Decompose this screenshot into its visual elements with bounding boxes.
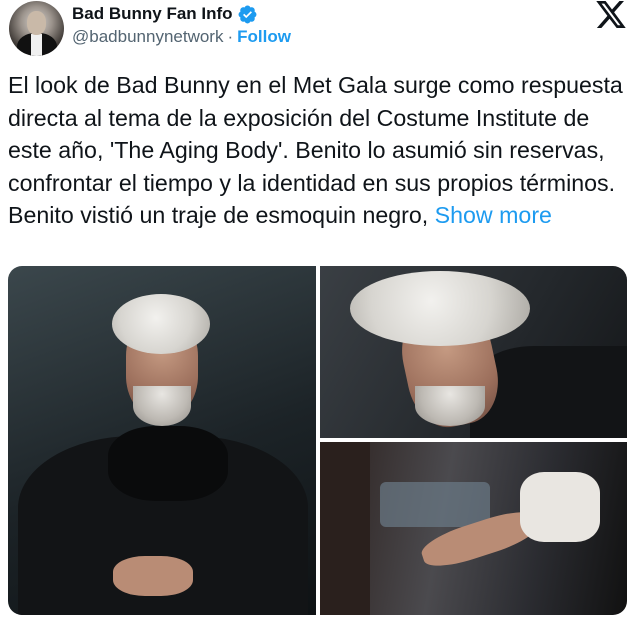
photo-makeup[interactable]	[320, 442, 627, 615]
author-name-row: Bad Bunny Fan Info	[72, 3, 258, 25]
verified-badge-icon	[238, 5, 257, 23]
photo-closeup-beard	[415, 386, 485, 426]
photo-portrait[interactable]	[8, 266, 316, 615]
photo-beard	[133, 386, 191, 426]
author-handle[interactable]: @badbunnynetwork	[72, 27, 223, 46]
author-handle-row: @badbunnynetwork · Follow	[72, 27, 291, 47]
avatar-shirt	[31, 34, 42, 56]
author-avatar[interactable]	[9, 1, 64, 56]
show-more-link[interactable]: Show more	[435, 202, 552, 228]
x-logo-icon[interactable]	[596, 1, 626, 28]
photo-makeup-sleeve	[520, 472, 600, 542]
photo-makeup-artist	[320, 442, 370, 615]
separator-dot: ·	[227, 27, 234, 46]
photo-bow	[108, 426, 228, 501]
avatar-face	[27, 11, 46, 35]
follow-button[interactable]: Follow	[237, 27, 291, 46]
photo-hair	[112, 294, 210, 354]
author-display-name[interactable]: Bad Bunny Fan Info	[72, 4, 233, 24]
media-grid	[8, 266, 627, 615]
photo-closeup-hair	[350, 271, 530, 346]
photo-makeup-mirror	[380, 482, 490, 527]
photo-hands	[113, 556, 193, 596]
photo-closeup[interactable]	[320, 266, 627, 438]
tweet-body: El look de Bad Bunny en el Met Gala surg…	[8, 69, 634, 232]
